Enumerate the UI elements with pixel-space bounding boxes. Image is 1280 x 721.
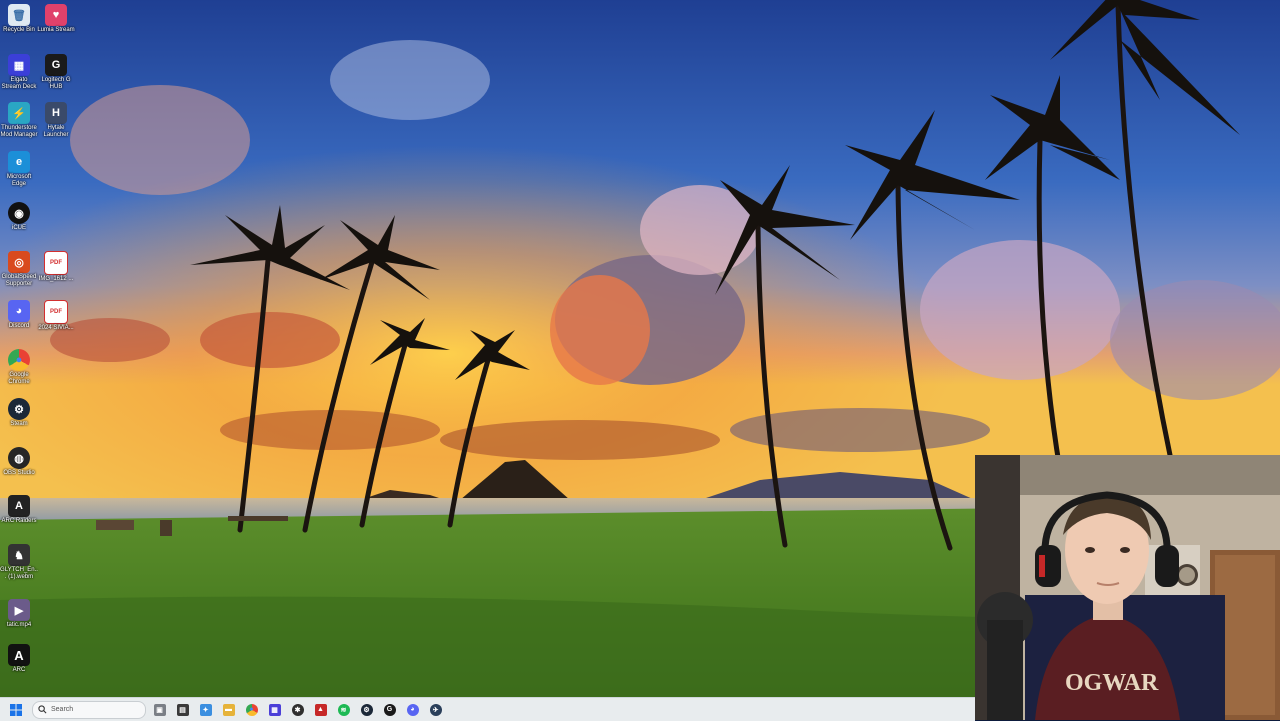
icue-icon: ◉: [8, 202, 30, 224]
taskbar-app-task-view[interactable]: ▣: [151, 701, 169, 719]
taskbar-app-discord[interactable]: ◕: [404, 701, 422, 719]
icon-label: Hytale Launcher: [43, 125, 69, 138]
recycle-bin-shortcut[interactable]: 🗑 Recycle Bin: [0, 4, 38, 34]
arc-icon: A: [8, 644, 30, 666]
icon-label: GLYTCH_En... (1).webm: [0, 567, 38, 580]
steam-alt-icon: ✈: [429, 703, 442, 716]
taskbar-app-copilot[interactable]: ✦: [197, 701, 215, 719]
icon-label: Microsoft Edge: [6, 174, 32, 187]
taskbar-app-folder[interactable]: ▬: [220, 701, 238, 719]
logitech-ghub-icon: G: [45, 54, 67, 76]
logitech-ghub-icon: G: [383, 703, 396, 716]
icon-label: GlobalSpeed Supporter: [1, 274, 37, 287]
discord-icon: ◕: [8, 300, 30, 322]
stream-deck-shortcut[interactable]: ▦ Elgato Stream Deck: [0, 54, 38, 91]
file-explorer-icon: ▤: [176, 703, 189, 716]
lumia-stream-shortcut[interactable]: ♥ Lumia Stream: [37, 4, 75, 34]
search-icon: [38, 705, 47, 714]
chrome-icon: ●: [8, 349, 30, 371]
icon-label: Steam: [10, 421, 28, 427]
taskbar-app-pdf-reader[interactable]: ▲: [312, 701, 330, 719]
mp4-file[interactable]: ▶ tatic.mp4: [0, 599, 38, 629]
icon-label: Lumia Stream: [37, 27, 75, 33]
icon-label: Elgato Stream Deck: [1, 77, 37, 90]
speed-app-shortcut[interactable]: ◎ GlobalSpeed Supporter: [0, 251, 38, 288]
taskbar-search-box[interactable]: Search: [32, 700, 146, 719]
obs-shortcut[interactable]: ◍ OBS Studio: [0, 447, 38, 477]
taskbar-app-stream-deck[interactable]: ▦: [266, 701, 284, 719]
discord-shortcut[interactable]: ◕ Discord: [0, 300, 38, 330]
copilot-icon: ✦: [199, 703, 212, 716]
arc-raiders-shortcut[interactable]: A ARC Raiders: [0, 495, 38, 525]
webcam-overlay: OGWAR: [975, 455, 1280, 720]
windows-logo-icon: [10, 703, 22, 716]
folder-icon: ▬: [222, 703, 235, 716]
icue-shortcut[interactable]: ◉ iCUE: [0, 202, 38, 232]
taskbar-app-spotify[interactable]: ≋: [335, 701, 353, 719]
hytale-launcher-icon: H: [45, 102, 67, 124]
icon-label: 2024 SIVIA...: [38, 325, 74, 331]
edge-shortcut[interactable]: e Microsoft Edge: [0, 151, 38, 188]
taskbar-app-xsplit[interactable]: ✱: [289, 701, 307, 719]
stream-deck-icon: ▦: [268, 703, 281, 716]
pdf-reader-icon: ▲: [314, 703, 327, 716]
taskbar: Search ▣ ▤ ✦ ▬ ● ▦ ✱ ▲ ≋ ⚙ G ◕ ✈: [0, 697, 975, 721]
pdf-file-1[interactable]: PDF IMG_1612 ...: [37, 251, 75, 283]
icon-label: OBS Studio: [3, 470, 35, 476]
taskbar-app-file-explorer[interactable]: ▤: [174, 701, 192, 719]
arc-raiders-icon: A: [8, 495, 30, 517]
icon-label: IMG_1612 ...: [38, 276, 74, 282]
steam-icon: ⚙: [8, 398, 30, 420]
taskbar-app-steam[interactable]: ⚙: [358, 701, 376, 719]
icon-label: Thunderstore Mod Manager: [0, 125, 38, 138]
desktop-icon-grid: 🗑 Recycle Bin ♥ Lumia Stream ▦ Elgato St…: [0, 0, 80, 690]
shirt-print: OGWAR: [1065, 670, 1159, 696]
task-view-icon: ▣: [153, 703, 166, 716]
video-file-icon: ♞: [8, 544, 30, 566]
taskbar-app-chrome[interactable]: ●: [243, 701, 261, 719]
video-file-icon: ▶: [8, 599, 30, 621]
spotify-icon: ≋: [337, 703, 350, 716]
chrome-shortcut[interactable]: ● Google Chrome: [0, 349, 38, 386]
hytale-launcher-shortcut[interactable]: H Hytale Launcher: [37, 102, 75, 139]
search-placeholder: Search: [51, 706, 74, 713]
taskbar-app-steam-alt[interactable]: ✈: [427, 701, 445, 719]
steam-icon: ⚙: [360, 703, 373, 716]
discord-icon: ◕: [406, 703, 419, 716]
start-button[interactable]: [6, 700, 26, 720]
icon-label: ARC: [12, 667, 26, 673]
obs-icon: ◍: [8, 447, 30, 469]
edge-icon: e: [8, 151, 30, 173]
icon-label: iCUE: [11, 225, 26, 231]
xsplit-icon: ✱: [291, 703, 304, 716]
icon-label: Google Chrome: [8, 372, 30, 385]
steam-shortcut[interactable]: ⚙ Steam: [0, 398, 38, 428]
logitech-ghub-shortcut[interactable]: G Logitech G HUB: [37, 54, 75, 91]
speed-app-icon: ◎: [8, 251, 30, 273]
taskbar-app-logitech-ghub[interactable]: G: [381, 701, 399, 719]
pdf-icon: PDF: [44, 300, 68, 324]
arc-shortcut[interactable]: A ARC: [0, 644, 38, 674]
pdf-icon: PDF: [44, 251, 68, 275]
webm-file[interactable]: ♞ GLYTCH_En... (1).webm: [0, 544, 38, 581]
icon-label: Discord: [8, 323, 30, 329]
thunderstore-shortcut[interactable]: ⚡ Thunderstore Mod Manager: [0, 102, 38, 139]
taskbar-pinned-apps: ▣ ▤ ✦ ▬ ● ▦ ✱ ▲ ≋ ⚙ G ◕ ✈: [148, 701, 447, 719]
thunderstore-icon: ⚡: [8, 102, 30, 124]
icon-label: Logitech G HUB: [41, 77, 71, 90]
pdf-file-2[interactable]: PDF 2024 SIVIA...: [37, 300, 75, 332]
icon-label: tatic.mp4: [6, 622, 32, 628]
stream-deck-icon: ▦: [8, 54, 30, 76]
lumia-stream-icon: ♥: [45, 4, 67, 26]
icon-label: ARC Raiders: [1, 518, 37, 524]
icon-label: Recycle Bin: [3, 27, 35, 33]
chrome-icon: ●: [245, 703, 258, 716]
recycle-bin-icon: 🗑: [8, 4, 30, 26]
